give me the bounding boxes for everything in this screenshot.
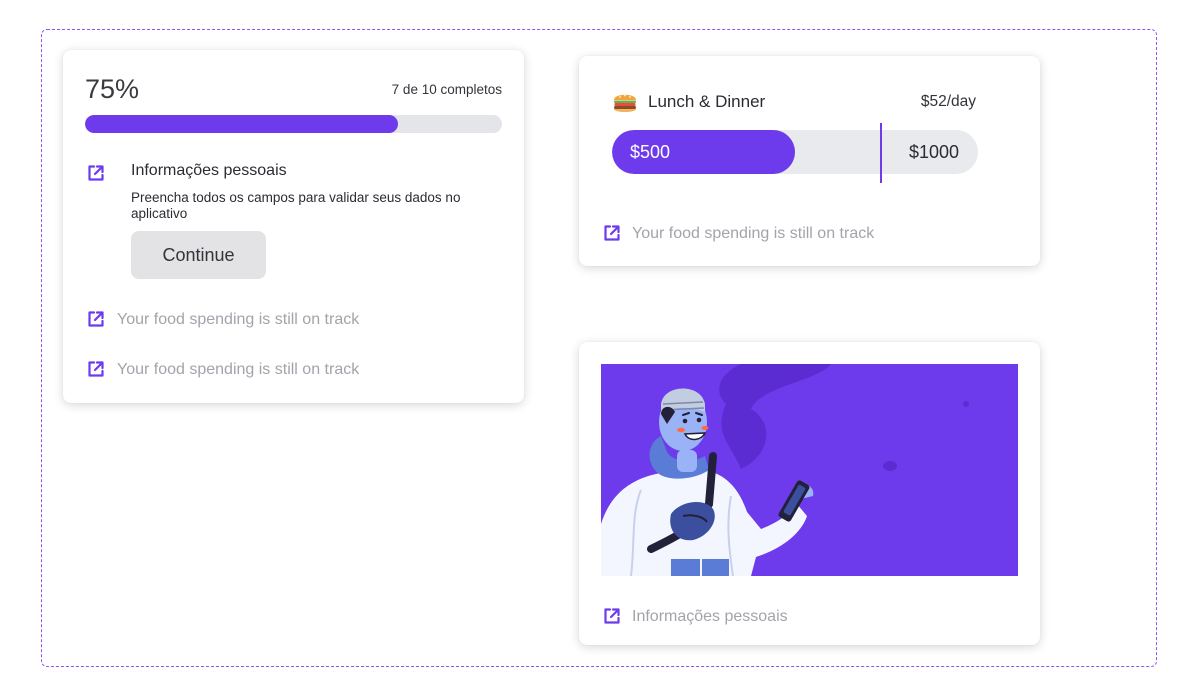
external-link-icon[interactable]: [86, 359, 106, 379]
continue-button[interactable]: Continue: [131, 231, 266, 279]
budget-card: Lunch & Dinner $52/day $500 $1000 Your f…: [579, 56, 1040, 266]
informacoes-pessoais-link[interactable]: Informações pessoais: [632, 608, 788, 626]
progress-percent: 75%: [85, 74, 140, 104]
person-holding-phone-illustration: [601, 364, 1018, 576]
external-link-icon[interactable]: [86, 309, 106, 329]
budget-max: $1000: [908, 142, 959, 162]
food-spending-link[interactable]: Your food spending is still on track: [117, 361, 359, 379]
external-link-icon[interactable]: [86, 163, 106, 183]
step-title: Informações pessoais: [131, 162, 287, 179]
progress-count: 7 de 10 completos: [391, 82, 502, 97]
budget-spent: $500: [630, 142, 671, 162]
budget-marker: [880, 123, 882, 183]
progress-bar-fill: [85, 115, 398, 133]
food-spending-link[interactable]: Your food spending is still on track: [117, 311, 359, 329]
step-description: Preencha todos os campos para validar se…: [131, 190, 461, 221]
progress-bar: [85, 115, 502, 133]
burger-icon: [614, 94, 636, 112]
external-link-icon[interactable]: [602, 606, 622, 626]
image-card: Informações pessoais: [579, 342, 1040, 645]
progress-card: 75% 7 de 10 completos Informações pessoa…: [63, 50, 524, 403]
budget-title: Lunch & Dinner: [648, 92, 766, 111]
budget-bar: $500 $1000: [612, 130, 978, 174]
external-link-icon[interactable]: [602, 223, 622, 243]
food-spending-link[interactable]: Your food spending is still on track: [632, 225, 874, 243]
budget-rate: $52/day: [920, 93, 976, 110]
